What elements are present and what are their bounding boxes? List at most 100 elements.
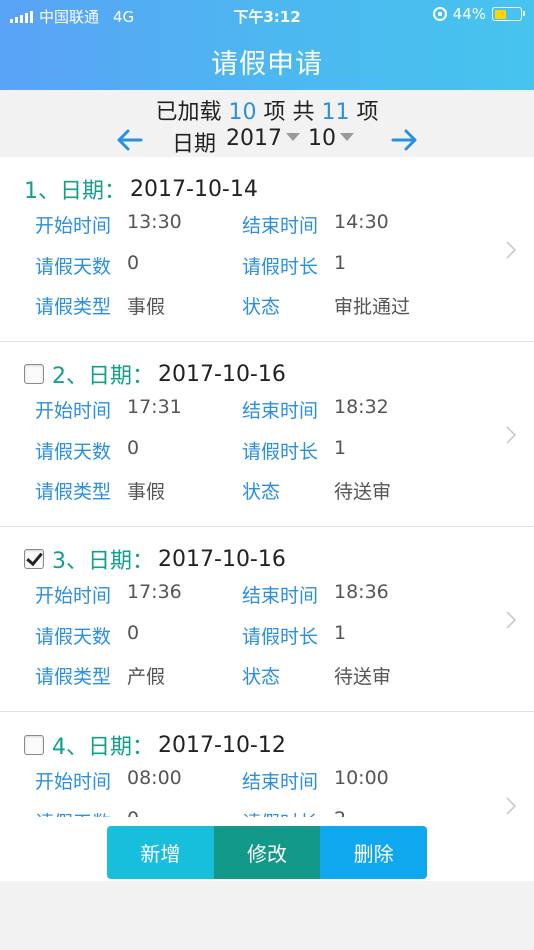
leave-type-value: 产假: [127, 666, 166, 688]
prev-month-arrow-icon[interactable]: [114, 124, 144, 156]
leave-item[interactable]: 4、日期： 2017-10-12 开始时间 08:00 结束时间 10:00 请…: [0, 713, 534, 817]
date-filter-label: 日期: [172, 132, 217, 157]
leave-duration-label: 请假时长: [242, 626, 319, 648]
leave-duration-label: 请假时长: [242, 441, 319, 463]
load-info: 已加载 10 项 共 11 项: [0, 94, 534, 126]
item-header: 2、日期： 2017-10-16: [24, 358, 286, 390]
item-header: 1、日期： 2017-10-14: [24, 173, 258, 205]
leave-duration-value: 1: [334, 437, 347, 459]
chevron-right-icon: [504, 796, 518, 816]
leave-duration-value: 2: [334, 808, 346, 817]
leave-days-label: 请假天数: [35, 441, 112, 463]
add-button[interactable]: 新增: [107, 826, 214, 879]
select-checkbox[interactable]: [24, 364, 44, 384]
status-value: 待送审: [334, 481, 392, 503]
month-value: 10: [308, 126, 336, 151]
date-prefix-label: 、日期：: [38, 179, 127, 204]
item-index: 4: [52, 735, 66, 760]
start-time-value: 13:30: [127, 211, 182, 233]
app-header: 中国联通 4G 下午3:12 44% 请假申请: [0, 0, 534, 90]
start-time-label: 开始时间: [35, 400, 112, 422]
year-value: 2017: [226, 126, 282, 151]
battery-percent: 44%: [452, 5, 486, 23]
next-month-arrow-icon[interactable]: [390, 124, 420, 156]
leave-days-label: 请假天数: [35, 256, 112, 278]
start-time-label: 开始时间: [35, 585, 112, 607]
action-toolbar: 新增 修改 删除: [107, 826, 427, 879]
start-time-label: 开始时间: [35, 771, 112, 793]
start-time-value: 17:31: [127, 396, 182, 418]
item-header: 4、日期： 2017-10-12: [24, 729, 286, 761]
leave-days-value: 0: [127, 437, 140, 459]
leave-type-label: 请假类型: [35, 481, 112, 503]
edit-button[interactable]: 修改: [213, 826, 321, 879]
date-filter-bar: 日期 2017 10: [0, 124, 534, 157]
item-header: 3、日期： 2017-10-16: [24, 543, 286, 575]
leave-type-value: 事假: [127, 481, 166, 503]
leave-duration-value: 1: [334, 252, 347, 274]
item-index-label: 4、日期：: [52, 729, 154, 761]
leave-duration-label: 请假时长: [242, 256, 319, 278]
leave-item[interactable]: 1、日期： 2017-10-14 开始时间 13:30 结束时间 14:30 请…: [0, 157, 534, 342]
end-time-value: 14:30: [334, 211, 389, 233]
month-select[interactable]: 10: [308, 126, 354, 151]
status-label: 状态: [242, 296, 281, 318]
leave-item[interactable]: 2、日期： 2017-10-16 开始时间 17:31 结束时间 18:32 请…: [0, 342, 534, 527]
end-time-value: 18:32: [334, 396, 389, 418]
leave-list: 1、日期： 2017-10-14 开始时间 13:30 结束时间 14:30 请…: [0, 157, 534, 817]
leave-type-value: 事假: [127, 296, 166, 318]
delete-button[interactable]: 删除: [320, 826, 427, 879]
page-title: 请假申请: [211, 49, 323, 80]
leave-duration-label: 请假时长: [242, 808, 318, 817]
battery-icon: [492, 7, 525, 21]
leave-type-label: 请假类型: [35, 666, 112, 688]
end-time-label: 结束时间: [242, 215, 319, 237]
total-count: 11: [321, 100, 350, 125]
leave-days-value: 0: [127, 252, 140, 274]
chevron-right-icon: [504, 610, 518, 630]
end-time-label: 结束时间: [242, 771, 319, 793]
date-prefix-label: 、日期：: [66, 735, 155, 760]
status-label: 状态: [242, 481, 281, 503]
item-index: 1: [24, 179, 38, 204]
chevron-right-icon: [504, 425, 518, 445]
load-prefix: 已加载: [155, 100, 222, 125]
item-date: 2017-10-14: [130, 176, 258, 202]
start-time-value: 17:36: [127, 581, 182, 603]
leave-item[interactable]: 3、日期： 2017-10-16 开始时间 17:36 结束时间 18:36 请…: [0, 527, 534, 712]
leave-days-value: 0: [127, 808, 139, 817]
load-suffix: 项: [356, 100, 379, 125]
end-time-value: 10:00: [334, 767, 389, 789]
item-index-label: 1、日期：: [24, 173, 126, 205]
battery-fill: [494, 9, 506, 19]
item-index-label: 2、日期：: [52, 358, 154, 390]
start-time-label: 开始时间: [35, 215, 112, 237]
leave-type-label: 请假类型: [35, 296, 112, 318]
date-prefix-label: 、日期：: [66, 364, 155, 389]
end-time-label: 结束时间: [242, 585, 319, 607]
loaded-count: 10: [228, 100, 257, 125]
year-select[interactable]: 2017: [226, 126, 300, 151]
item-date: 2017-10-16: [158, 361, 286, 387]
end-time-value: 18:36: [334, 581, 389, 603]
status-value: 审批通过: [334, 296, 411, 318]
item-date: 2017-10-12: [158, 732, 286, 758]
item-index: 3: [52, 549, 66, 574]
status-bar: 中国联通 4G 下午3:12 44%: [0, 0, 534, 30]
item-date: 2017-10-16: [158, 546, 286, 572]
select-checkbox[interactable]: [24, 735, 44, 755]
select-checkbox[interactable]: [24, 549, 44, 569]
caret-down-icon: [340, 133, 354, 141]
item-index-label: 3、日期：: [52, 543, 154, 575]
leave-days-value: 0: [127, 622, 140, 644]
leave-days-label: 请假天数: [35, 808, 111, 817]
chevron-right-icon: [504, 240, 518, 260]
status-label: 状态: [242, 666, 281, 688]
load-middle: 项 共: [263, 100, 315, 125]
end-time-label: 结束时间: [242, 400, 319, 422]
status-value: 待送审: [334, 666, 392, 688]
rotation-lock-icon: [432, 7, 447, 21]
leave-days-label: 请假天数: [35, 626, 112, 648]
leave-duration-value: 1: [334, 622, 347, 644]
caret-down-icon: [286, 133, 300, 141]
